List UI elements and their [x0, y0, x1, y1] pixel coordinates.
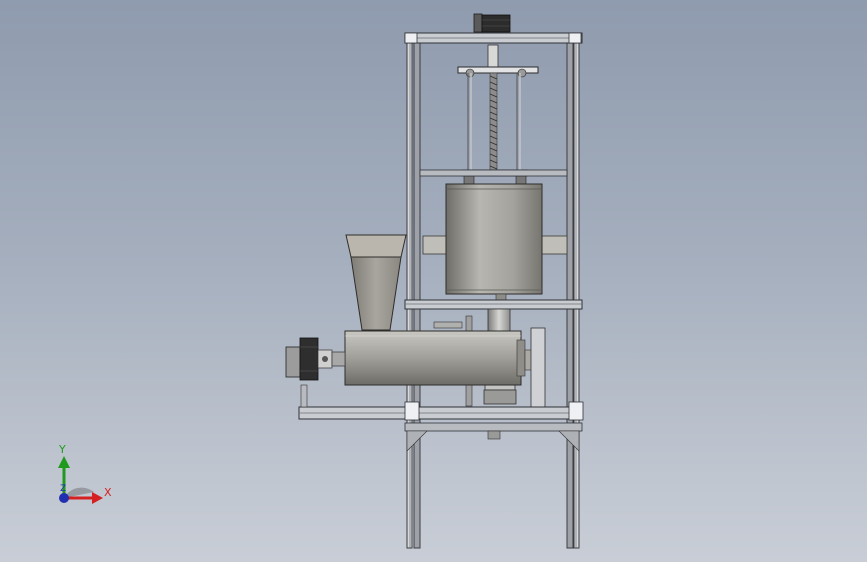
- machine-assembly-model[interactable]: [0, 0, 867, 562]
- frame-middle-crossbar: [404, 299, 583, 310]
- frame-left-post: [406, 32, 421, 549]
- graphics-viewport[interactable]: X Y Z: [0, 0, 867, 562]
- z-axis-icon: [59, 493, 69, 503]
- frame-upper-crossbar: [419, 169, 568, 177]
- frame-lower-crossbar: [404, 422, 583, 452]
- extruder-drive-motor: [285, 337, 346, 381]
- coordinate-triad: [58, 456, 103, 504]
- frame-right-post: [566, 32, 580, 549]
- mixing-tank: [422, 183, 568, 301]
- frame-top-crossbar: [404, 32, 583, 44]
- lead-screw-assembly: [457, 44, 539, 187]
- x-axis-label: X: [104, 486, 112, 499]
- top-stepper-motor: [473, 13, 511, 33]
- z-axis-label: Z: [60, 484, 67, 494]
- y-axis-label: Y: [59, 443, 66, 456]
- feed-hopper: [345, 234, 407, 331]
